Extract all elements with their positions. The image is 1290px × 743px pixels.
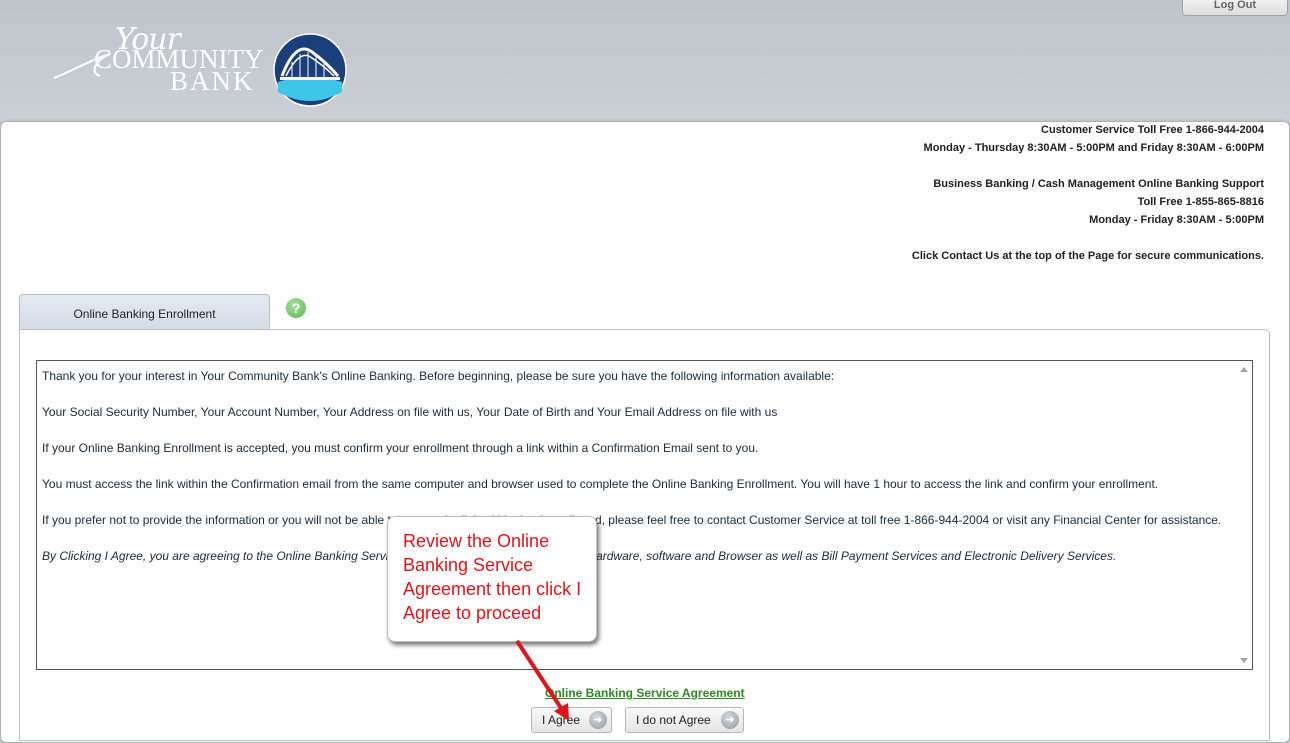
logo-bank-text: BANK <box>170 66 255 96</box>
i-do-not-agree-label: I do not Agree <box>636 713 711 727</box>
agreement-text: Thank you for your interest in Your Comm… <box>42 367 1232 583</box>
agreement-paragraph: If your Online Banking Enrollment is acc… <box>42 441 759 455</box>
agreement-paragraph: By Clicking I Agree, you are agreeing to… <box>42 549 1117 563</box>
help-icon[interactable]: ? <box>286 298 306 318</box>
tab-online-banking-enrollment[interactable]: Online Banking Enrollment <box>19 294 270 329</box>
i-do-not-agree-button[interactable]: I do not Agree ➜ <box>625 707 744 733</box>
contact-info: Customer Service Toll Free 1-866-944-200… <box>864 123 1264 267</box>
agreement-paragraph: Your Social Security Number, Your Accoun… <box>42 405 778 419</box>
bridge-emblem-icon <box>273 33 347 107</box>
contact-spacer <box>864 159 1264 177</box>
scroll-up-icon[interactable] <box>1240 367 1248 372</box>
agreement-paragraph: Thank you for your interest in Your Comm… <box>42 369 835 383</box>
agreement-paragraph: If you prefer not to provide the informa… <box>42 513 1222 527</box>
contact-line: Click Contact Us at the top of the Page … <box>911 250 1264 262</box>
contact-line: Toll Free 1-855-865-8816 <box>1137 196 1264 208</box>
instruction-callout: Review the Online Banking Service Agreem… <box>387 516 597 642</box>
bank-logo: Your COMMUNITY BANK <box>50 14 350 110</box>
arrow-right-circle-icon: ➜ <box>721 711 739 729</box>
contact-line: Monday - Thursday 8:30AM - 5:00PM and Fr… <box>923 142 1264 154</box>
agreement-paragraph: You must access the link within the Conf… <box>42 477 1159 491</box>
contact-spacer <box>864 231 1264 249</box>
contact-line: Customer Service Toll Free 1-866-944-200… <box>1041 124 1264 136</box>
agreement-scrollbar[interactable] <box>1236 361 1252 669</box>
service-agreement-link[interactable]: Online Banking Service Agreement <box>545 686 745 700</box>
logout-button[interactable]: Log Out <box>1182 0 1288 16</box>
page-header: Log Out Your COMMUNITY BANK <box>0 0 1290 122</box>
i-agree-label: I Agree <box>542 713 581 727</box>
callout-text: Review the Online Banking Service Agreem… <box>403 531 582 623</box>
contact-line: Business Banking / Cash Management Onlin… <box>933 178 1264 190</box>
agreement-textbox[interactable]: Thank you for your interest in Your Comm… <box>36 360 1253 670</box>
scroll-down-icon[interactable] <box>1240 658 1248 663</box>
i-agree-button[interactable]: I Agree ➜ <box>531 707 612 733</box>
contact-line: Monday - Friday 8:30AM - 5:00PM <box>1089 214 1264 226</box>
arrow-right-circle-icon: ➜ <box>589 711 607 729</box>
